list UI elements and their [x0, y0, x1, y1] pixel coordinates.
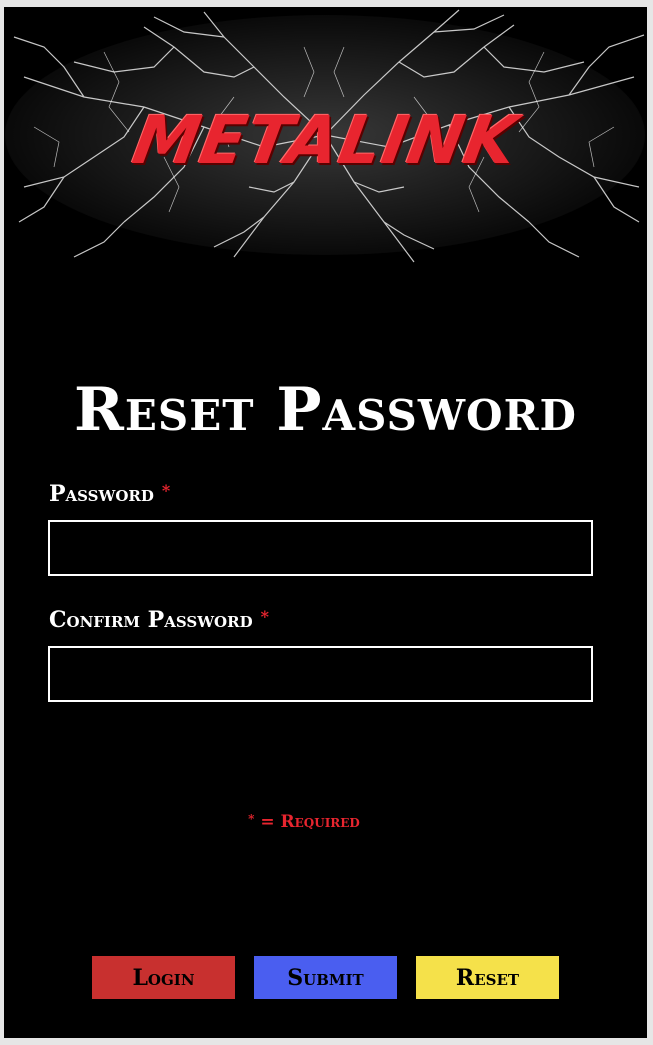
- page-frame: METALINK Reset Password Password * Confir…: [4, 7, 647, 1038]
- required-note: * = Required: [4, 812, 604, 832]
- metalink-logo: METALINK: [127, 102, 524, 179]
- reset-button[interactable]: Reset: [416, 956, 559, 999]
- header-banner: METALINK: [4, 7, 647, 264]
- confirm-password-label: Confirm Password *: [49, 607, 269, 633]
- required-note-text: = Required: [254, 812, 360, 832]
- confirm-password-label-text: Confirm Password: [49, 607, 253, 633]
- password-label-text: Password: [49, 481, 154, 507]
- password-label: Password *: [49, 481, 170, 507]
- required-asterisk: *: [161, 481, 171, 500]
- login-button[interactable]: Login: [92, 956, 235, 999]
- password-input[interactable]: [48, 520, 593, 576]
- submit-button[interactable]: Submit: [254, 956, 397, 999]
- page-title: Reset Password: [74, 375, 577, 446]
- required-asterisk: *: [260, 607, 269, 626]
- confirm-password-input[interactable]: [48, 646, 593, 702]
